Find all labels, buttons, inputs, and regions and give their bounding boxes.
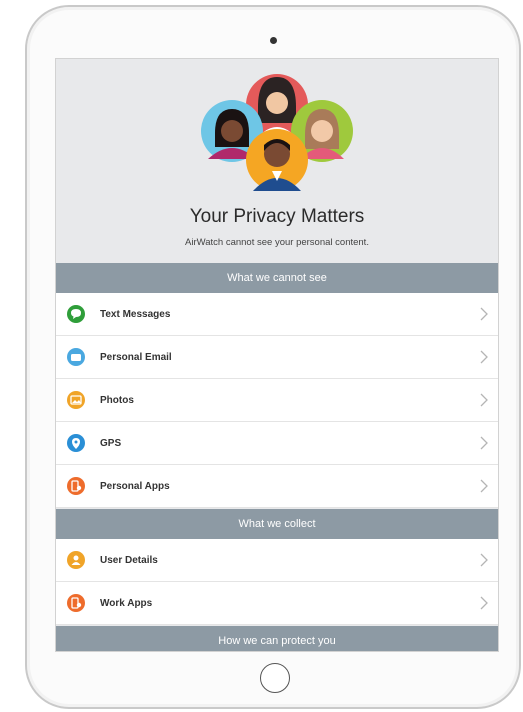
list-item-label: GPS bbox=[100, 438, 122, 449]
front-camera bbox=[270, 37, 277, 44]
avatar-orange bbox=[246, 129, 308, 191]
section-header-cannot-see: What we cannot see bbox=[56, 263, 498, 293]
user-icon bbox=[67, 551, 85, 569]
list-item-label: Photos bbox=[100, 395, 134, 406]
chevron-right-icon bbox=[480, 479, 488, 493]
list-item-label: Text Messages bbox=[100, 309, 171, 320]
page-title: Your Privacy Matters bbox=[189, 206, 365, 227]
section-header-collect: What we collect bbox=[56, 509, 498, 539]
people-illustration bbox=[201, 74, 353, 191]
list-item-personal-email[interactable]: Personal Email bbox=[56, 336, 498, 379]
list-item-text-messages[interactable]: Text Messages bbox=[56, 293, 498, 336]
list-item-label: User Details bbox=[100, 555, 158, 566]
chevron-right-icon bbox=[480, 393, 488, 407]
chat-bubble-icon bbox=[67, 305, 85, 323]
home-button[interactable] bbox=[260, 663, 290, 693]
list-item-label: Personal Email bbox=[100, 352, 172, 363]
chevron-right-icon bbox=[480, 436, 488, 450]
list-item-label: Personal Apps bbox=[100, 481, 170, 492]
app-screen: Your Privacy Matters AirWatch cannot see… bbox=[55, 58, 499, 652]
location-pin-icon bbox=[67, 434, 85, 452]
chevron-right-icon bbox=[480, 350, 488, 364]
chevron-right-icon bbox=[480, 307, 488, 321]
list-item-photos[interactable]: Photos bbox=[56, 379, 498, 422]
list-item-personal-apps[interactable]: Personal Apps bbox=[56, 465, 498, 508]
list-item-label: Work Apps bbox=[100, 598, 153, 609]
photo-icon bbox=[67, 391, 85, 409]
chevron-right-icon bbox=[480, 596, 488, 610]
apps-icon bbox=[67, 594, 85, 612]
list-item-user-details[interactable]: User Details bbox=[56, 539, 498, 582]
envelope-icon bbox=[67, 348, 85, 366]
list-item-gps[interactable]: GPS bbox=[56, 422, 498, 465]
chevron-right-icon bbox=[480, 553, 488, 567]
section-header-protect: How we can protect you bbox=[56, 626, 498, 651]
page-subtitle: AirWatch cannot see your personal conten… bbox=[185, 237, 369, 248]
list-item-work-apps[interactable]: Work Apps bbox=[56, 582, 498, 625]
apps-icon bbox=[67, 477, 85, 495]
privacy-header: Your Privacy Matters AirWatch cannot see… bbox=[56, 59, 498, 263]
